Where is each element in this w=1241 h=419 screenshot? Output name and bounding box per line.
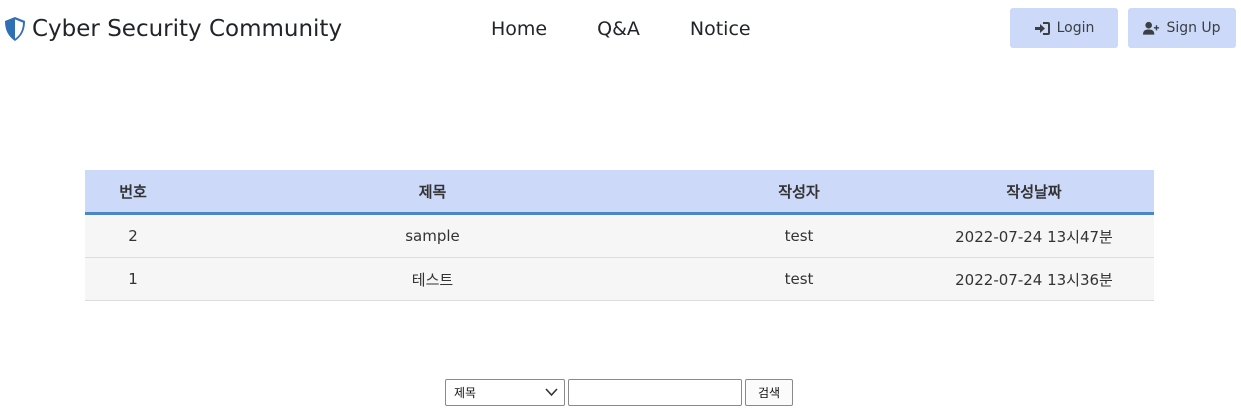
nav-link-notice[interactable]: Notice — [665, 14, 776, 44]
row-number: 1 — [128, 270, 138, 288]
table-header: 번호 제목 작성자 작성날짜 — [85, 170, 1154, 215]
login-label: Login — [1056, 20, 1095, 36]
brand-title: Cyber Security Community — [32, 16, 343, 42]
nav-links: Home Q&A Notice — [466, 14, 776, 44]
nav-link-home[interactable]: Home — [466, 14, 572, 44]
row-author: test — [784, 270, 814, 288]
search-button[interactable]: 검색 — [745, 379, 793, 406]
row-author: test — [784, 227, 814, 245]
search-input[interactable] — [568, 379, 742, 406]
signup-label: Sign Up — [1166, 20, 1221, 36]
table-row[interactable]: 1 테스트 test 2022-07-24 13시36분 — [85, 258, 1154, 301]
signup-button[interactable]: Sign Up — [1128, 8, 1236, 48]
row-number: 2 — [128, 227, 138, 245]
row-title-link[interactable]: sample — [181, 215, 684, 257]
header-author: 작성자 — [778, 182, 820, 201]
top-navbar: Cyber Security Community Home Q&A Notice… — [0, 0, 1241, 58]
search-field-select[interactable]: 제목 — [445, 379, 565, 406]
table-row[interactable]: 2 sample test 2022-07-24 13시47분 — [85, 215, 1154, 258]
sign-in-icon — [1034, 21, 1051, 36]
board-table: 번호 제목 작성자 작성날짜 2 sample test 2022-07-24 … — [85, 170, 1154, 301]
brand[interactable]: Cyber Security Community — [4, 12, 342, 46]
row-date: 2022-07-24 13시36분 — [955, 270, 1113, 289]
login-button[interactable]: Login — [1010, 8, 1118, 48]
header-number: 번호 — [119, 182, 147, 201]
search-field-value: 제목 — [454, 386, 477, 400]
nav-link-qa[interactable]: Q&A — [572, 14, 665, 44]
row-date: 2022-07-24 13시47분 — [955, 227, 1113, 246]
header-date: 작성날짜 — [1006, 182, 1062, 201]
header-title: 제목 — [418, 182, 447, 201]
user-plus-icon — [1143, 21, 1160, 36]
row-title-link[interactable]: 테스트 — [181, 258, 684, 300]
shield-icon — [4, 16, 26, 42]
